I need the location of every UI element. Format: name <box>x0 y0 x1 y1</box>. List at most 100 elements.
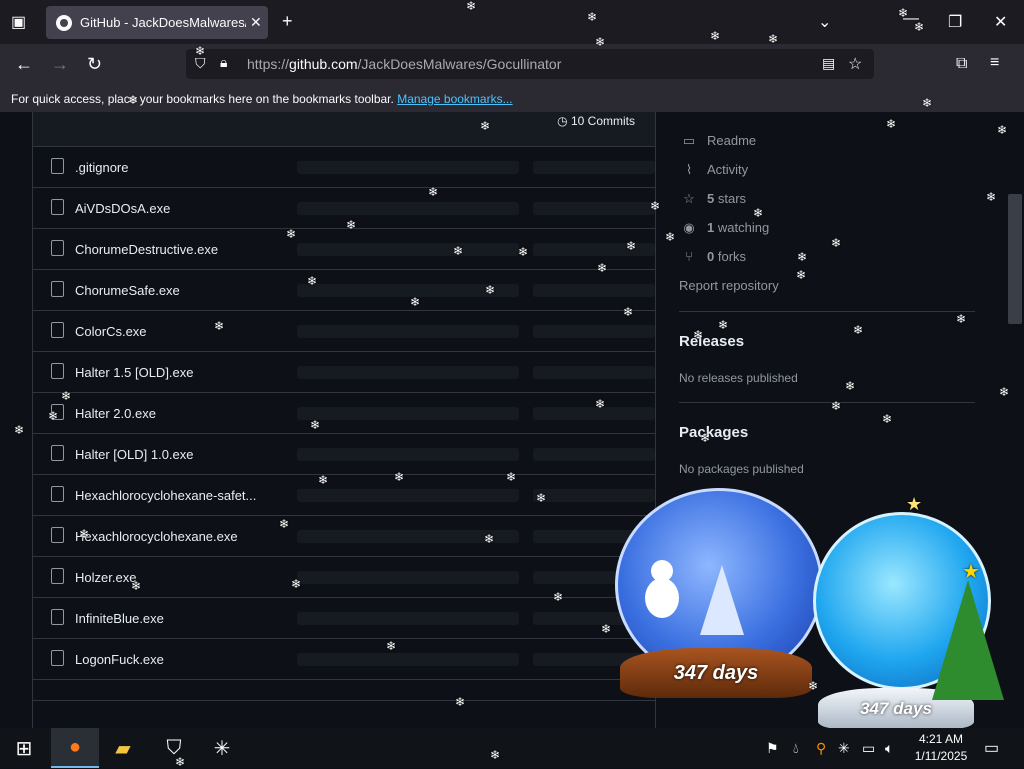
commit-date-placeholder <box>533 202 655 215</box>
volume-icon[interactable]: 🔈︎ <box>885 740 893 757</box>
snowflake-icon: ❄ <box>718 318 729 332</box>
forward-icon[interactable]: → <box>51 54 69 75</box>
commit-date-placeholder <box>533 407 655 420</box>
file-name[interactable]: Hexachlorocyclohexane.exe <box>75 529 238 544</box>
snowflake-icon: ❄ <box>997 123 1008 137</box>
snowflake-icon: ❄ <box>536 491 547 505</box>
app-menu-icon[interactable]: ≡ <box>990 54 999 72</box>
file-row[interactable]: LogonFuck.exe <box>33 639 655 680</box>
snowflake-icon: ❄ <box>279 517 290 531</box>
file-row[interactable]: .gitignore <box>33 147 655 188</box>
file-name[interactable]: Halter [OLD] 1.0.exe <box>75 447 194 462</box>
file-name[interactable]: Holzer.exe <box>75 570 136 585</box>
file-icon <box>51 609 64 625</box>
file-name[interactable]: Halter 2.0.exe <box>75 406 156 421</box>
tray-search-icon[interactable]: ⚲ <box>816 740 826 757</box>
file-row[interactable]: Hexachlorocyclohexane-safet... <box>33 475 655 516</box>
file-row[interactable]: AiVDsDOsA.exe <box>33 188 655 229</box>
close-window-icon[interactable]: ✕ <box>994 12 1007 32</box>
file-icon <box>51 527 64 543</box>
file-row[interactable]: Hexachlorocyclohexane.exe <box>33 516 655 557</box>
snowflake-icon: ❄ <box>597 261 608 275</box>
snowflake-icon: ❄ <box>796 268 807 282</box>
github-favicon-icon <box>56 14 72 31</box>
file-row[interactable]: Halter 2.0.exe <box>33 393 655 434</box>
forks-link[interactable]: ⑂ 0 forks <box>679 249 746 264</box>
snowflake-icon: ❄ <box>986 190 997 204</box>
readme-link[interactable]: ▭ Readme <box>679 133 756 149</box>
url-text[interactable]: https://github.com/JackDoesMalwares/Gocu… <box>247 56 561 72</box>
snowflake-icon: ❄ <box>808 679 819 693</box>
file-name[interactable]: LogonFuck.exe <box>75 652 164 667</box>
file-icon <box>51 322 64 338</box>
snowflake-icon: ❄ <box>410 295 421 309</box>
snowflake-icon: ❄ <box>310 418 321 432</box>
page-scrollbar[interactable] <box>1006 112 1024 728</box>
file-name[interactable]: ChorumeDestructive.exe <box>75 242 218 257</box>
tray-drop-icon[interactable]: 💧︎ <box>793 740 799 757</box>
snowflake-icon: ❄ <box>386 639 397 653</box>
snowflake-icon: ❄ <box>128 93 139 107</box>
restore-window-icon[interactable]: ❐ <box>948 12 962 32</box>
reload-icon[interactable]: ↻ <box>87 54 102 75</box>
snowflake-icon: ❄ <box>48 409 59 423</box>
security-taskbar-icon[interactable]: ⛉ <box>150 728 198 768</box>
file-row[interactable]: Monoxidex32.exe <box>33 721 655 728</box>
file-name[interactable]: AiVDsDOsA.exe <box>75 201 170 216</box>
file-name[interactable]: Hexachlorocyclohexane-safet... <box>75 488 256 503</box>
back-icon[interactable]: ← <box>15 54 33 75</box>
activity-link[interactable]: ⌇ Activity <box>679 162 748 178</box>
snowflake-app-taskbar-icon[interactable]: ✳ <box>198 728 246 768</box>
list-all-tabs-icon[interactable]: ⌄ <box>818 12 831 32</box>
file-name[interactable]: ColorCs.exe <box>75 324 147 339</box>
file-name[interactable]: .gitignore <box>75 160 128 175</box>
snowflake-icon: ❄ <box>466 0 477 13</box>
file-row[interactable]: ChorumeDestructive.exe <box>33 229 655 270</box>
tray-snowflake-icon[interactable]: ✳ <box>838 740 850 757</box>
report-repository-link[interactable]: Report repository <box>679 278 779 293</box>
stars-link[interactable]: ☆ 5 stars <box>679 191 746 207</box>
close-tab-icon[interactable]: ✕ <box>250 14 262 31</box>
scrollbar-thumb[interactable] <box>1008 194 1022 324</box>
address-bar[interactable]: ⛉ 🔒︎ https://github.com/JackDoesMalwares… <box>186 49 874 79</box>
extensions-icon[interactable]: ⧉ <box>956 55 967 73</box>
file-row[interactable]: ChorumeSafe.exe <box>33 270 655 311</box>
tray-app-icon[interactable]: ⚑ <box>766 740 779 757</box>
watching-link[interactable]: ◉ 1 watching <box>679 220 769 236</box>
file-row[interactable]: InfiniteBlue.exe <box>33 598 655 639</box>
firefox-taskbar-icon[interactable]: ● <box>51 728 99 768</box>
christmas-tree-image <box>932 580 1004 700</box>
start-button[interactable]: ⊞ <box>0 728 48 768</box>
file-row[interactable]: Halter 1.5 [OLD].exe <box>33 352 655 393</box>
commits-link[interactable]: ◷ 10 Commits <box>557 114 635 128</box>
snowflake-icon: ❄ <box>587 10 598 24</box>
file-name[interactable]: Halter 1.5 [OLD].exe <box>75 365 194 380</box>
releases-heading[interactable]: Releases <box>679 333 744 350</box>
file-name[interactable]: InfiniteBlue.exe <box>75 611 164 626</box>
manage-bookmarks-link[interactable]: Manage bookmarks... <box>397 92 512 106</box>
lock-icon[interactable]: 🔒︎ <box>220 54 227 71</box>
bookmark-star-icon[interactable]: ☆ <box>848 54 862 74</box>
browser-tab[interactable]: GitHub - JackDoesMalwares/Gocullinator ✕ <box>46 6 268 39</box>
file-row[interactable]: ColorCs.exe <box>33 311 655 352</box>
file-icon <box>51 240 64 256</box>
clock-date: 1/11/2025 <box>914 749 968 763</box>
file-explorer-taskbar-icon[interactable]: ▰ <box>99 728 147 768</box>
snowflake-icon: ❄ <box>623 305 634 319</box>
tree-star-icon: ★ <box>962 561 980 583</box>
file-row[interactable]: Halter [OLD] 1.0.exe <box>33 434 655 475</box>
packages-heading[interactable]: Packages <box>679 424 748 441</box>
file-icon <box>51 199 64 215</box>
new-tab-icon[interactable]: + <box>282 11 293 32</box>
file-name[interactable]: ChorumeSafe.exe <box>75 283 180 298</box>
days-counter-label-2: 347 days <box>860 699 932 718</box>
snowflake-icon: ❄ <box>595 397 606 411</box>
divider <box>679 402 975 403</box>
taskbar-clock[interactable]: 4:21 AM 1/11/2025 <box>908 731 974 765</box>
reader-view-icon[interactable]: ▤ <box>822 55 835 72</box>
network-icon[interactable]: ▭ <box>862 740 875 757</box>
tree-star-icon: ★ <box>906 494 923 514</box>
releases-empty-text: No releases published <box>679 371 798 385</box>
notifications-icon[interactable]: ▭ <box>984 738 999 758</box>
firefox-view-icon[interactable]: ▣ <box>11 12 26 32</box>
